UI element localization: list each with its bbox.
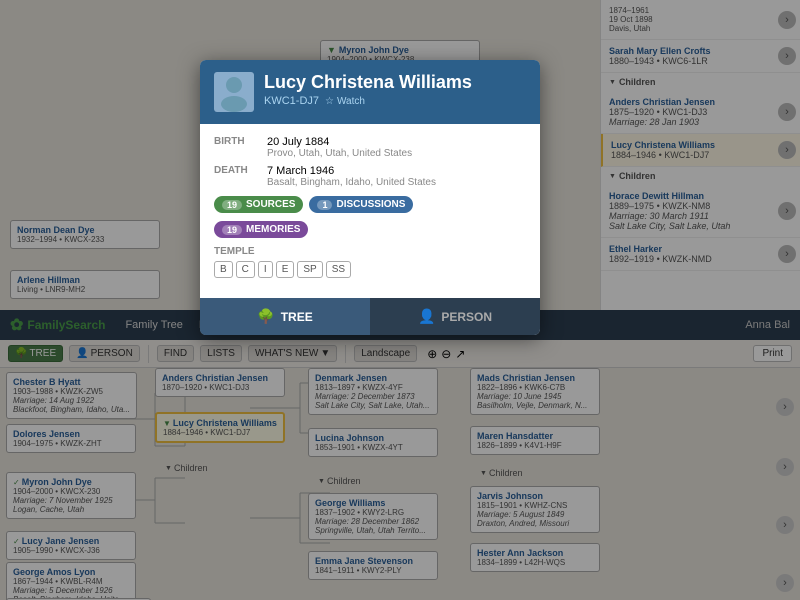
birth-label: BIRTH [214, 136, 259, 159]
modal-footer: 🌳 TREE 👤 PERSON [200, 298, 540, 335]
death-label: DEATH [214, 165, 259, 188]
modal-badges: 19 SOURCES 1 DISCUSSIONS [214, 196, 526, 213]
death-info: 7 March 1946 Basalt, Bingham, Idaho, Uni… [267, 165, 436, 188]
discussions-badge[interactable]: 1 DISCUSSIONS [309, 196, 413, 213]
modal-body: BIRTH 20 July 1884 Provo, Utah, Utah, Un… [200, 124, 540, 298]
temple-i[interactable]: I [258, 261, 273, 278]
temple-label: TEMPLE [214, 246, 526, 257]
star-icon: ☆ [325, 96, 334, 107]
tree-tab-icon: 🌳 [257, 308, 274, 325]
modal-memories: 19 MEMORIES [214, 221, 526, 238]
memories-badge[interactable]: 19 MEMORIES [214, 221, 308, 238]
temple-c[interactable]: C [236, 261, 255, 278]
temple-b[interactable]: B [214, 261, 233, 278]
person-modal: Lucy Christena Williams KWC1-DJ7 ☆ Watch… [200, 60, 540, 335]
birth-info: 20 July 1884 Provo, Utah, Utah, United S… [267, 136, 412, 159]
sources-badge[interactable]: 19 SOURCES [214, 196, 303, 213]
person-tab-icon: 👤 [418, 308, 435, 325]
modal-overlay[interactable]: Lucy Christena Williams KWC1-DJ7 ☆ Watch… [0, 0, 800, 600]
person-avatar [214, 72, 254, 112]
modal-person-name: Lucy Christena Williams [264, 72, 526, 93]
modal-watch-btn[interactable]: ☆ Watch [325, 96, 365, 107]
modal-name-section: Lucy Christena Williams KWC1-DJ7 ☆ Watch [264, 72, 526, 107]
temple-ss[interactable]: SS [326, 261, 351, 278]
birth-row: BIRTH 20 July 1884 Provo, Utah, Utah, Un… [214, 136, 526, 159]
tab-tree[interactable]: 🌳 TREE [200, 298, 370, 335]
modal-person-id: KWC1-DJ7 ☆ Watch [264, 95, 526, 107]
modal-header: Lucy Christena Williams KWC1-DJ7 ☆ Watch [200, 60, 540, 124]
modal-temple: TEMPLE B C I E SP SS [214, 246, 526, 278]
temple-e[interactable]: E [276, 261, 295, 278]
temple-badges: B C I E SP SS [214, 261, 526, 278]
death-row: DEATH 7 March 1946 Basalt, Bingham, Idah… [214, 165, 526, 188]
tab-person[interactable]: 👤 PERSON [370, 298, 540, 335]
temple-sp[interactable]: SP [297, 261, 322, 278]
